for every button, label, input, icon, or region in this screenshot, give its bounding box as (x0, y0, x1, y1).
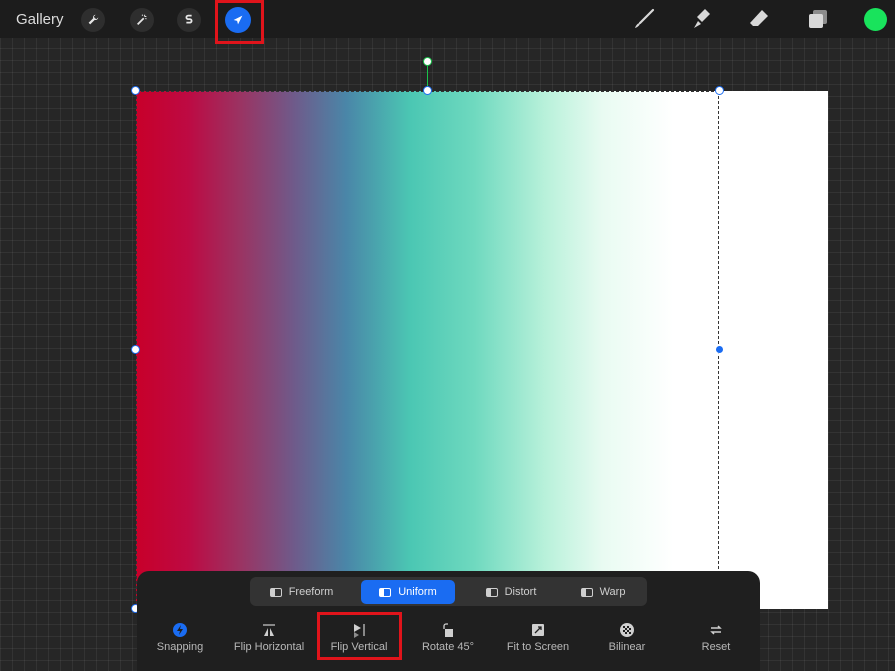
edge-handle-top[interactable] (423, 86, 432, 95)
magic-wand-icon[interactable] (130, 8, 154, 32)
edge-handle-left[interactable] (131, 345, 140, 354)
reset-icon (671, 621, 761, 639)
flip-horizontal-button[interactable]: Flip Horizontal (224, 621, 314, 653)
corner-handle-top-right[interactable] (715, 86, 724, 95)
fit-screen-icon (493, 621, 583, 639)
reset-button[interactable]: Reset (671, 621, 761, 653)
snapping-button[interactable]: Snapping (135, 621, 225, 653)
fit-to-screen-button[interactable]: Fit to Screen (493, 621, 583, 653)
uniform-icon (379, 587, 392, 597)
wrench-icon[interactable] (81, 8, 105, 32)
selection-s-icon[interactable] (177, 8, 201, 32)
transform-tool-highlight (215, 0, 264, 44)
mode-distort[interactable]: Distort (465, 580, 557, 604)
smudge-icon[interactable] (690, 7, 714, 31)
bilinear-icon (582, 621, 672, 639)
snapping-icon (135, 621, 225, 639)
brush-icon[interactable] (632, 7, 656, 31)
flip-vertical-highlight (317, 612, 402, 660)
freeform-icon (269, 587, 282, 597)
mode-warp[interactable]: Warp (562, 580, 644, 604)
rotate-45-button[interactable]: Rotate 45° (403, 621, 493, 653)
flip-horizontal-icon (224, 621, 314, 639)
mode-uniform[interactable]: Uniform (361, 580, 455, 604)
edge-handle-right[interactable] (715, 345, 724, 354)
gallery-button[interactable]: Gallery (16, 11, 64, 28)
bilinear-button[interactable]: Bilinear (582, 621, 672, 653)
rotation-handle[interactable] (423, 57, 432, 66)
transform-bounding-box (136, 91, 719, 609)
color-swatch[interactable] (864, 8, 887, 31)
rotate-icon (403, 621, 493, 639)
eraser-icon[interactable] (747, 7, 771, 31)
corner-handle-top-left[interactable] (131, 86, 140, 95)
mode-freeform[interactable]: Freeform (253, 580, 350, 604)
warp-icon (580, 587, 593, 597)
layers-icon[interactable] (806, 7, 830, 31)
distort-icon (485, 587, 498, 597)
